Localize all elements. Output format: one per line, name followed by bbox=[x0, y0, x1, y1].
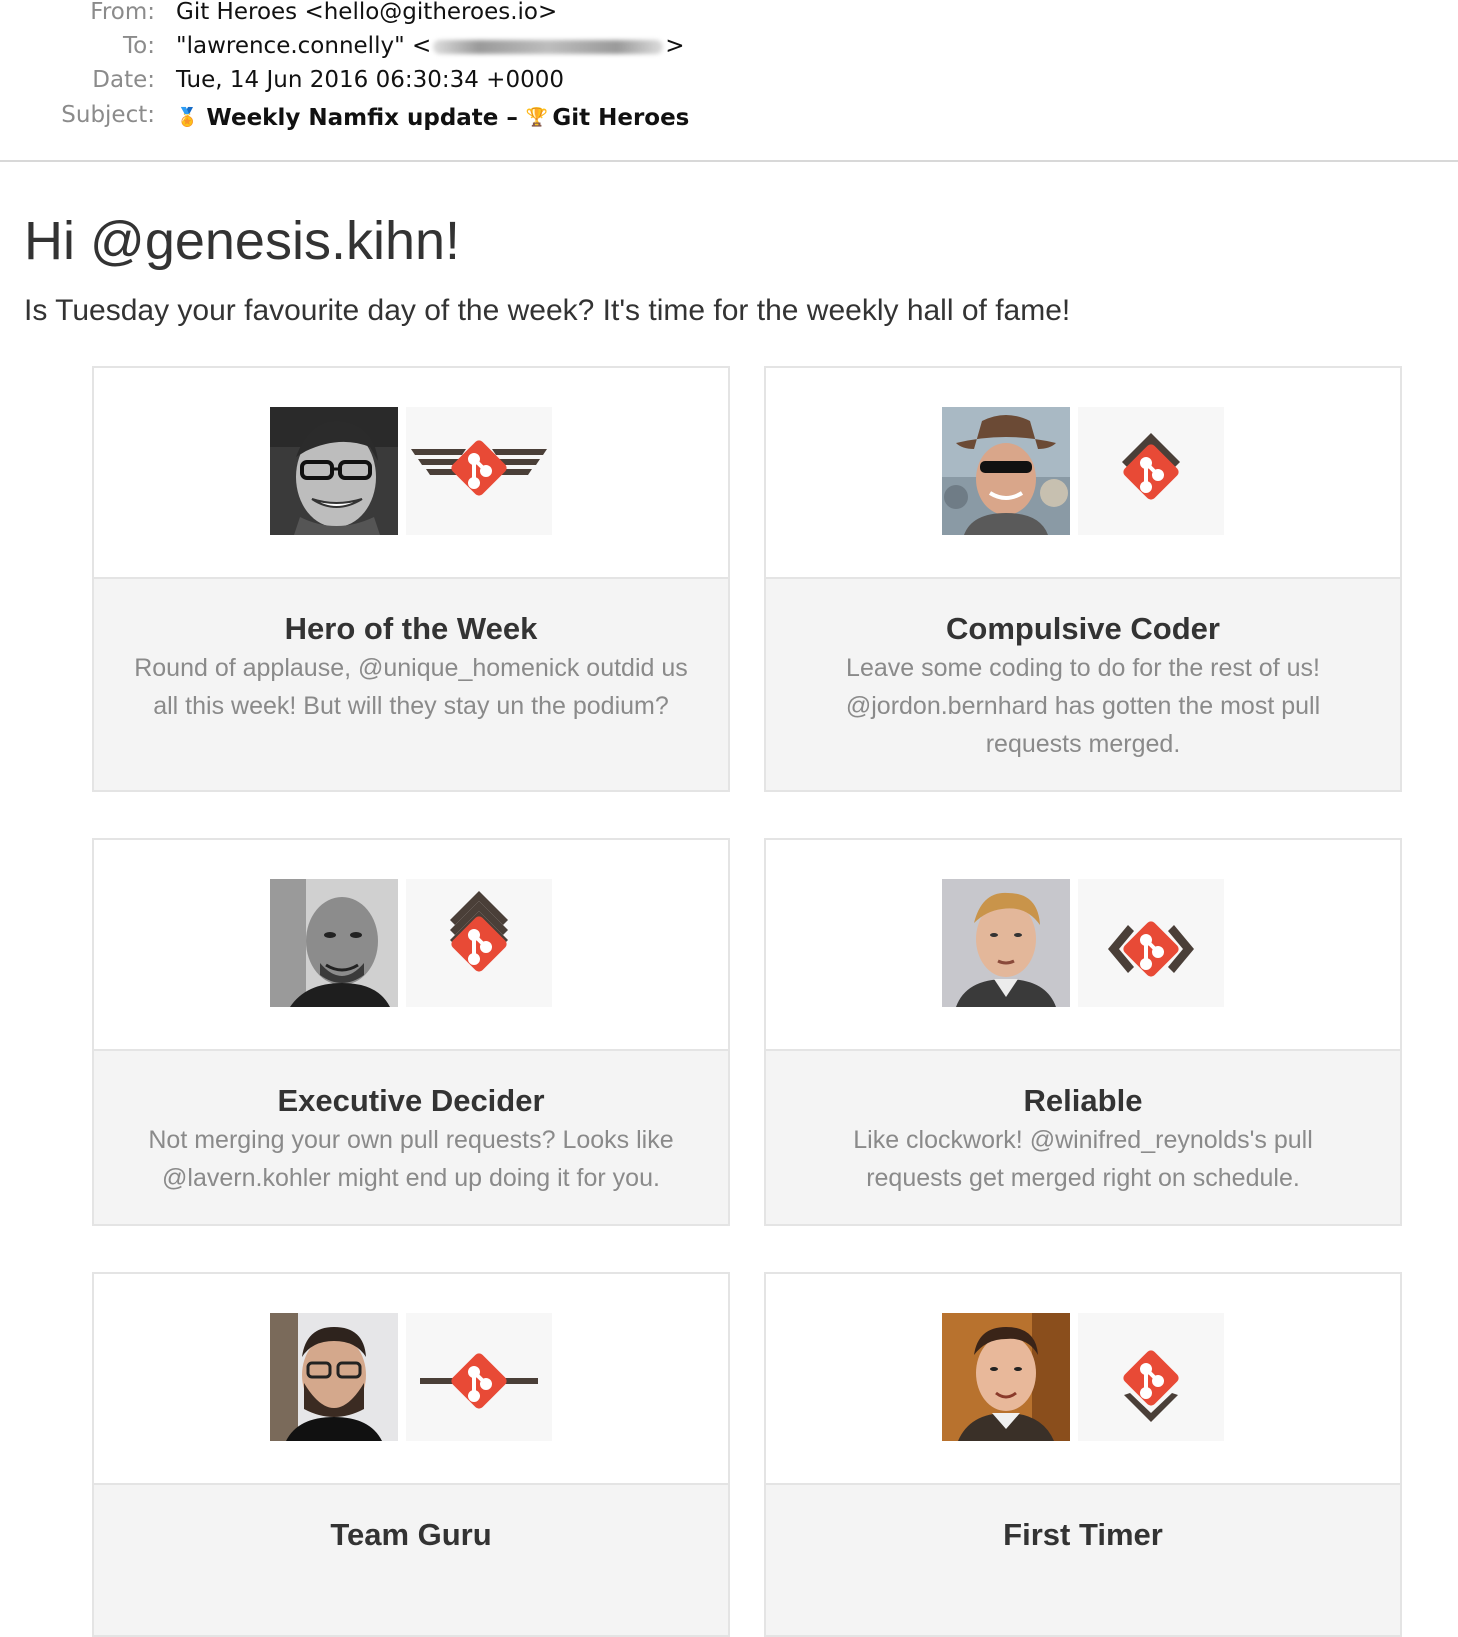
award-title: Team Guru bbox=[330, 1517, 492, 1552]
award-card-hero-of-the-week: Hero of the Week Round of applause, @uni… bbox=[92, 366, 730, 792]
date-value: Tue, 14 Jun 2016 06:30:34 +0000 bbox=[176, 67, 564, 93]
award-title: First Timer bbox=[1003, 1517, 1163, 1552]
greeting-heading: Hi @genesis.kihn! bbox=[24, 211, 461, 271]
award-card-team-guru: Team Guru bbox=[92, 1272, 730, 1637]
from-value[interactable]: Git Heroes <hello@githeroes.io> bbox=[176, 0, 557, 29]
winged-git-badge-icon bbox=[406, 407, 552, 535]
award-card-executive-decider: Executive Decider Not merging your own p… bbox=[92, 838, 730, 1226]
award-card-body: Reliable Like clockwork! @winifred_reyno… bbox=[766, 1051, 1400, 1224]
diamond-git-badge-icon bbox=[1078, 879, 1224, 1007]
triple-chevron-git-badge-icon bbox=[406, 879, 552, 1007]
award-title: Executive Decider bbox=[277, 1083, 545, 1118]
award-card-images bbox=[94, 840, 728, 1051]
award-card-images bbox=[94, 1274, 728, 1485]
to-label: To: bbox=[123, 33, 155, 59]
award-card-compulsive-coder: Compulsive Coder Leave some coding to do… bbox=[764, 366, 1402, 792]
award-card-body: First Timer bbox=[766, 1485, 1400, 1635]
date-label: Date: bbox=[92, 67, 155, 93]
award-title: Reliable bbox=[1023, 1083, 1143, 1118]
chevron-git-badge-icon bbox=[1078, 407, 1224, 535]
medal-icon: 🏅 bbox=[176, 107, 199, 128]
from-label: From: bbox=[90, 0, 155, 25]
award-description: Leave some coding to do for the rest of … bbox=[845, 654, 1321, 758]
award-card-first-timer: First Timer bbox=[764, 1272, 1402, 1637]
award-description: Like clockwork! @winifred_reynolds's pul… bbox=[853, 1126, 1313, 1192]
avatar[interactable] bbox=[270, 1313, 398, 1441]
award-card-body: Hero of the Week Round of applause, @uni… bbox=[94, 579, 728, 790]
lines-git-badge-icon bbox=[406, 1313, 552, 1441]
corner-git-badge-icon bbox=[1078, 1313, 1224, 1441]
subject-value: 🏅 Weekly Namfix update – 🏆 Git Heroes bbox=[176, 101, 689, 135]
intro-text: Is Tuesday your favourite day of the wee… bbox=[24, 294, 1071, 327]
header-divider bbox=[0, 160, 1458, 162]
subject-main-text: Weekly Namfix update – bbox=[206, 105, 518, 131]
award-title: Compulsive Coder bbox=[946, 611, 1220, 646]
award-description: Not merging your own pull requests? Look… bbox=[148, 1126, 674, 1192]
redacted-address bbox=[433, 39, 664, 54]
award-card-images bbox=[766, 840, 1400, 1051]
avatar[interactable] bbox=[942, 407, 1070, 535]
to-recipient-name: "lawrence.connelly" < bbox=[176, 33, 432, 59]
to-close-bracket: > bbox=[665, 33, 685, 59]
award-title: Hero of the Week bbox=[284, 611, 538, 646]
award-card-body: Team Guru bbox=[94, 1485, 728, 1635]
avatar[interactable] bbox=[270, 879, 398, 1007]
avatar[interactable] bbox=[942, 879, 1070, 1007]
avatar[interactable] bbox=[942, 1313, 1070, 1441]
subject-brand-text: Git Heroes bbox=[552, 105, 690, 131]
award-card-reliable: Reliable Like clockwork! @winifred_reyno… bbox=[764, 838, 1402, 1226]
award-card-body: Compulsive Coder Leave some coding to do… bbox=[766, 579, 1400, 790]
to-value[interactable]: "lawrence.connelly" < > bbox=[176, 29, 685, 63]
award-description: Round of applause, @unique_homenick outd… bbox=[134, 654, 688, 720]
award-card-body: Executive Decider Not merging your own p… bbox=[94, 1051, 728, 1224]
subject-label: Subject: bbox=[61, 102, 155, 128]
avatar[interactable] bbox=[270, 407, 398, 535]
award-card-images bbox=[766, 368, 1400, 579]
award-card-images bbox=[94, 368, 728, 579]
trophy-icon: 🏆 bbox=[525, 107, 549, 128]
award-card-images bbox=[766, 1274, 1400, 1485]
